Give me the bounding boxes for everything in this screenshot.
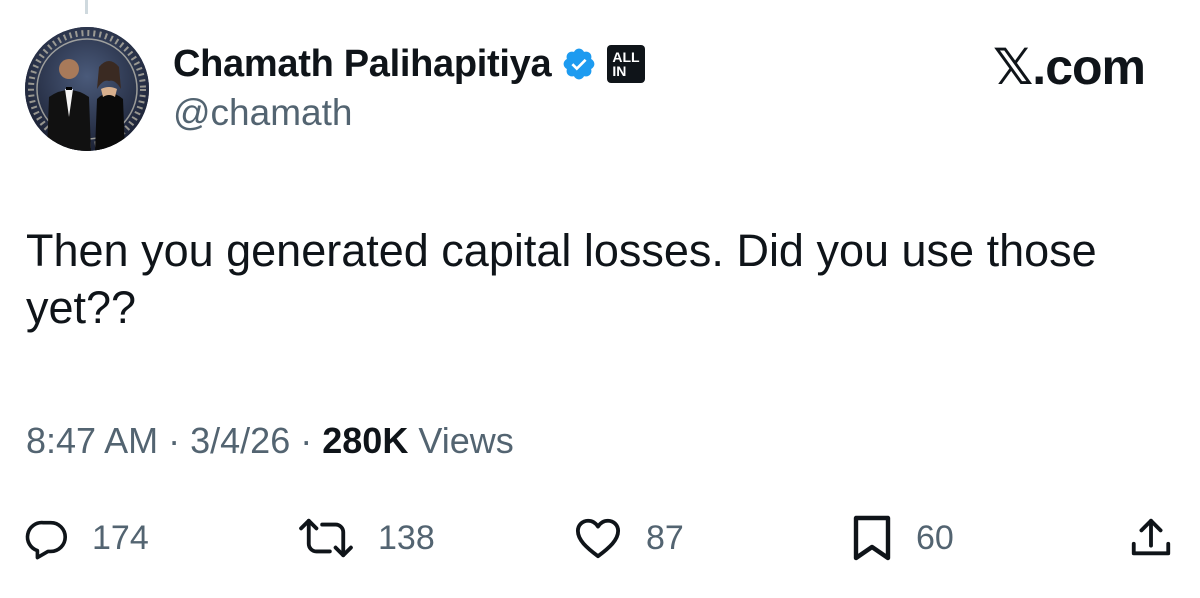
thread-connector-line	[85, 0, 88, 14]
reply-button[interactable]: 174	[24, 508, 149, 568]
share-icon	[1131, 518, 1171, 556]
avatar-photo	[25, 27, 149, 151]
avatar[interactable]	[25, 27, 149, 151]
reply-count: 174	[92, 518, 149, 557]
affiliate-badge[interactable]: ALL IN	[607, 45, 646, 83]
verified-icon	[563, 48, 595, 80]
views-count: 280K	[322, 420, 409, 461]
affiliate-badge-line-2: IN	[612, 63, 627, 79]
author-row: Chamath Palihapitiya ALL IN	[173, 40, 646, 88]
reply-icon	[25, 520, 67, 560]
tweet-meta: 8:47 AM · 3/4/26 · 280K Views	[26, 420, 514, 462]
repost-icon	[299, 518, 353, 558]
meta-separator: ·	[168, 420, 181, 461]
brand-label: 𝕏.com	[993, 39, 1146, 95]
affiliate-badge-line-1: ALL	[612, 49, 640, 65]
author-display-name[interactable]: Chamath Palihapitiya	[173, 43, 552, 86]
bookmark-button[interactable]: 60	[850, 508, 954, 568]
tweet-date[interactable]: 3/4/26	[190, 420, 290, 461]
meta-separator: ·	[300, 420, 313, 461]
repost-button[interactable]: 138	[296, 508, 435, 568]
views-label: Views	[418, 420, 514, 461]
bookmark-icon	[853, 515, 891, 561]
bookmark-count: 60	[916, 518, 954, 557]
tweet-time[interactable]: 8:47 AM	[26, 420, 158, 461]
share-button[interactable]	[1128, 508, 1174, 568]
author-handle[interactable]: @chamath	[173, 92, 352, 134]
like-icon	[575, 518, 621, 559]
repost-count: 138	[378, 518, 435, 557]
tweet-text: Then you generated capital losses. Did y…	[26, 225, 1097, 333]
like-count: 87	[646, 518, 684, 557]
action-bar: 174 138 87 60	[0, 508, 1200, 568]
like-button[interactable]: 87	[572, 508, 684, 568]
